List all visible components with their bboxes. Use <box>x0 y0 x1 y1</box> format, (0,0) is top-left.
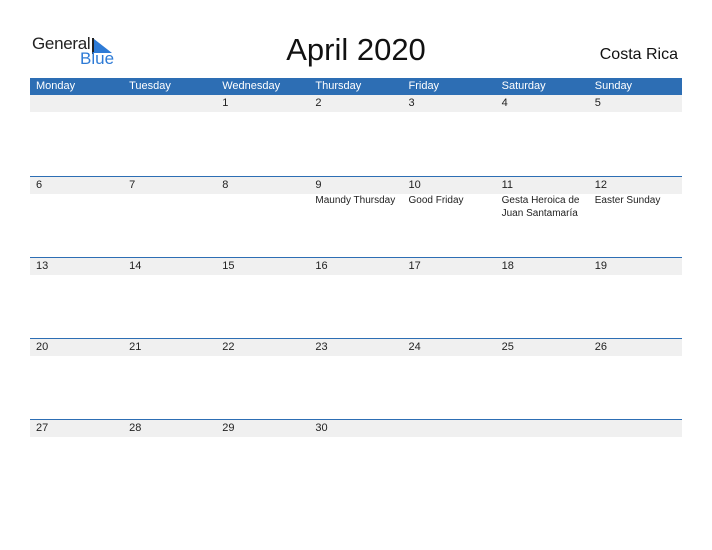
weekday-wednesday: Wednesday <box>222 80 281 92</box>
day-number: 3 <box>408 97 415 109</box>
holiday-label <box>216 194 309 220</box>
weekday-friday: Friday <box>408 80 440 92</box>
day-number: 10 <box>408 179 421 191</box>
day-number <box>403 420 496 437</box>
day-numbers-row: 20 21 22 23 24 25 26 <box>30 339 682 356</box>
day-number <box>123 95 216 112</box>
day-number: 9 <box>315 179 322 191</box>
day-numbers-row: 6 7 8 9 10 11 12 <box>30 177 682 194</box>
day-numbers-row: 27 28 29 30 <box>30 420 682 437</box>
weekday-tuesday: Tuesday <box>129 80 171 92</box>
day-number: 7 <box>129 179 136 191</box>
day-number: 18 <box>501 260 514 272</box>
day-number: 19 <box>594 260 607 272</box>
country-label: Costa Rica <box>599 46 678 63</box>
weekday-monday: Monday <box>36 80 76 92</box>
day-number: 2 <box>315 97 322 109</box>
holiday-label: Maundy Thursday <box>315 195 396 206</box>
day-number <box>589 420 682 437</box>
day-number: 8 <box>222 179 229 191</box>
day-number: 20 <box>36 341 49 353</box>
weekday-sunday: Sunday <box>594 80 633 92</box>
weekday-saturday: Saturday <box>501 80 546 92</box>
day-number: 22 <box>222 341 235 353</box>
day-number: 13 <box>36 260 49 272</box>
day-number: 14 <box>129 260 142 272</box>
day-number: 15 <box>222 260 235 272</box>
day-number <box>30 95 123 112</box>
day-numbers-row: 13 14 15 16 17 18 19 <box>30 258 682 275</box>
day-number: 6 <box>36 179 43 191</box>
day-number: 11 <box>501 179 514 191</box>
week-row: 20 21 22 23 24 25 26 <box>30 338 682 419</box>
day-numbers-row: 1 2 3 4 5 <box>30 95 682 112</box>
day-number: 1 <box>222 97 229 109</box>
day-number <box>496 420 589 437</box>
day-number: 17 <box>408 260 421 272</box>
holiday-label: Easter Sunday <box>594 195 661 206</box>
day-number: 25 <box>501 341 514 353</box>
day-number: 30 <box>315 422 328 434</box>
day-number: 21 <box>129 341 142 353</box>
holiday-label <box>123 194 216 220</box>
weekday-header: Monday Tuesday Wednesday Thursday Friday… <box>30 78 682 95</box>
weekday-thursday: Thursday <box>315 80 362 92</box>
holiday-label <box>30 194 123 220</box>
day-number: 16 <box>315 260 328 272</box>
holiday-label: Good Friday <box>408 195 464 206</box>
day-number: 28 <box>129 422 142 434</box>
holidays-row: Maundy Thursday Good Friday Gesta Heroica … <box>30 194 682 220</box>
day-number: 27 <box>36 422 49 434</box>
day-number: 29 <box>222 422 235 434</box>
day-number: 26 <box>594 341 607 353</box>
holiday-label: Gesta Heroica de Juan Santamaría <box>501 195 580 219</box>
week-row: 1 2 3 4 5 <box>30 95 682 175</box>
week-row: 27 28 29 30 <box>30 419 682 500</box>
day-number: 5 <box>594 97 601 109</box>
week-row: 13 14 15 16 17 18 19 <box>30 257 682 338</box>
week-row: 6 7 8 9 10 11 12 Maundy Thursday Good Friday Gest… <box>30 176 682 257</box>
day-number: 23 <box>315 341 328 353</box>
day-number: 24 <box>408 341 421 353</box>
day-number: 4 <box>501 97 508 109</box>
day-number: 12 <box>594 179 607 191</box>
